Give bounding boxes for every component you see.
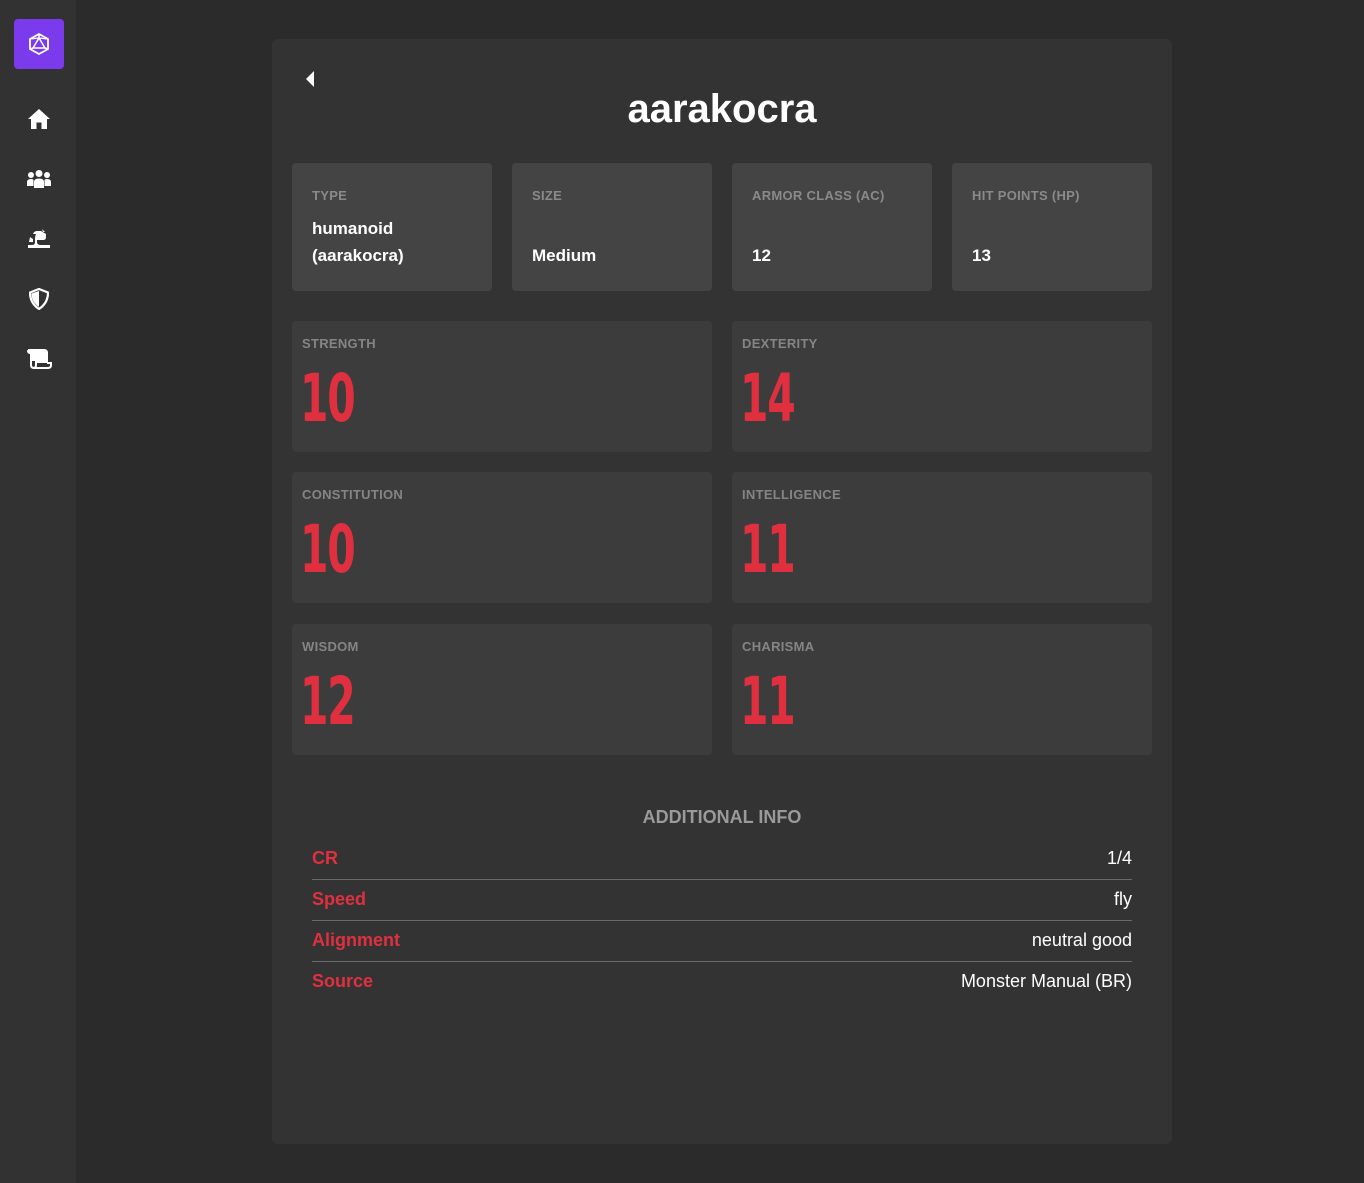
info-label: TYPE bbox=[312, 188, 348, 203]
stat-box-intelligence: INTELLIGENCE 11 bbox=[732, 472, 1152, 603]
nav-home[interactable] bbox=[14, 99, 64, 139]
stat-value: 11 bbox=[740, 663, 796, 740]
info-box-armor-class: ARMOR CLASS (AC) 12 bbox=[732, 163, 932, 291]
stat-label: CHARISMA bbox=[742, 639, 815, 654]
stat-box-wisdom: WISDOM 12 bbox=[292, 624, 712, 755]
row-value: Monster Manual (BR) bbox=[960, 971, 1132, 991]
info-value: humanoid (aarakocra) bbox=[312, 219, 404, 265]
info-label: SIZE bbox=[532, 188, 563, 203]
row-key: CR bbox=[312, 848, 338, 868]
stat-label: DEXTERITY bbox=[742, 336, 818, 351]
additional-info-heading: ADDITIONAL INFO bbox=[642, 807, 802, 827]
info-label: ARMOR CLASS (AC) bbox=[752, 188, 885, 203]
app-logo[interactable] bbox=[14, 19, 64, 69]
info-value: 13 bbox=[972, 246, 991, 265]
stat-value: 14 bbox=[740, 360, 796, 437]
stat-box-strength: STRENGTH 10 bbox=[292, 321, 712, 452]
info-box-hit-points: HIT POINTS (HP) 13 bbox=[952, 163, 1152, 291]
info-row-speed: Speed fly bbox=[312, 880, 1132, 921]
info-value: Medium bbox=[532, 246, 597, 265]
d20-icon bbox=[29, 33, 49, 55]
nav-scroll[interactable] bbox=[14, 339, 64, 379]
scroll-icon bbox=[27, 349, 52, 369]
info-row-source: Source Monster Manual (BR) bbox=[312, 962, 1132, 1003]
row-key: Speed bbox=[312, 889, 367, 909]
info-box-type: TYPE humanoid (aarakocra) bbox=[292, 163, 492, 291]
info-value: 12 bbox=[752, 246, 771, 265]
row-value: 1/4 bbox=[1106, 848, 1132, 868]
info-row-alignment: Alignment neutral good bbox=[312, 921, 1132, 962]
nav-users[interactable] bbox=[14, 159, 64, 199]
stat-box-constitution: CONSTITUTION 10 bbox=[292, 472, 712, 603]
monster-card: aarakocra TYPE humanoid (aarakocra) SIZE… bbox=[272, 39, 1172, 1144]
stat-label: INTELLIGENCE bbox=[742, 487, 841, 502]
nav-shield[interactable] bbox=[14, 279, 64, 319]
sidebar bbox=[0, 0, 76, 1183]
caret-left-icon bbox=[306, 71, 314, 87]
info-row-cr: CR 1/4 bbox=[312, 839, 1132, 880]
row-key: Alignment bbox=[312, 930, 400, 950]
stat-label: WISDOM bbox=[302, 639, 359, 654]
stat-value: 12 bbox=[300, 663, 356, 740]
dragon-icon bbox=[28, 229, 50, 248]
row-key: Source bbox=[312, 971, 374, 991]
stat-label: STRENGTH bbox=[302, 336, 376, 351]
users-icon bbox=[27, 170, 51, 188]
nav-monsters[interactable] bbox=[14, 219, 64, 259]
stat-box-charisma: CHARISMA 11 bbox=[732, 624, 1152, 755]
stat-value: 10 bbox=[300, 511, 356, 588]
row-value: neutral good bbox=[1031, 930, 1132, 950]
info-box-size: SIZE Medium bbox=[512, 163, 712, 291]
home-icon bbox=[28, 109, 50, 129]
monster-name: aarakocra bbox=[627, 87, 817, 131]
stat-box-dexterity: DEXTERITY 14 bbox=[732, 321, 1152, 452]
stat-value: 10 bbox=[300, 360, 356, 437]
back-button[interactable] bbox=[302, 69, 318, 89]
row-value: fly bbox=[1114, 889, 1132, 909]
info-label: HIT POINTS (HP) bbox=[972, 188, 1080, 203]
shield-icon bbox=[29, 288, 49, 310]
stat-label: CONSTITUTION bbox=[302, 487, 404, 502]
stat-value: 11 bbox=[740, 511, 796, 588]
